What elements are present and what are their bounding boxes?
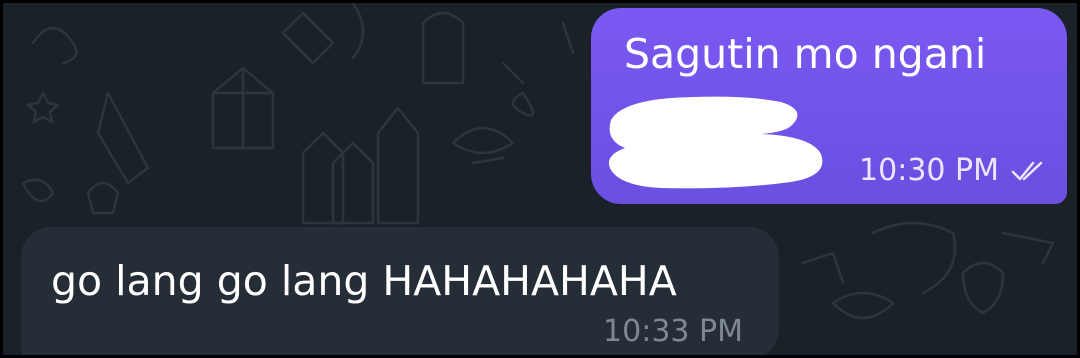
incoming-message-bubble[interactable]: go lang go lang HAHAHAHAHA 10:33 PM (21, 227, 779, 355)
message-time: 10:33 PM (603, 314, 743, 349)
double-check-icon (1011, 161, 1043, 181)
message-text: Sagutin mo ngani (624, 30, 987, 78)
chat-screen: Sagutin mo ngani 10:30 PM go lang go lan… (0, 0, 1080, 358)
message-meta: 10:30 PM (859, 156, 1045, 186)
message-text: go lang go lang HAHAHAHAHA (51, 257, 677, 305)
redacted-region (608, 96, 823, 189)
message-time: 10:30 PM (859, 153, 999, 188)
outgoing-message-bubble[interactable]: Sagutin mo ngani 10:30 PM (591, 8, 1067, 204)
message-meta: 10:33 PM (603, 317, 743, 347)
